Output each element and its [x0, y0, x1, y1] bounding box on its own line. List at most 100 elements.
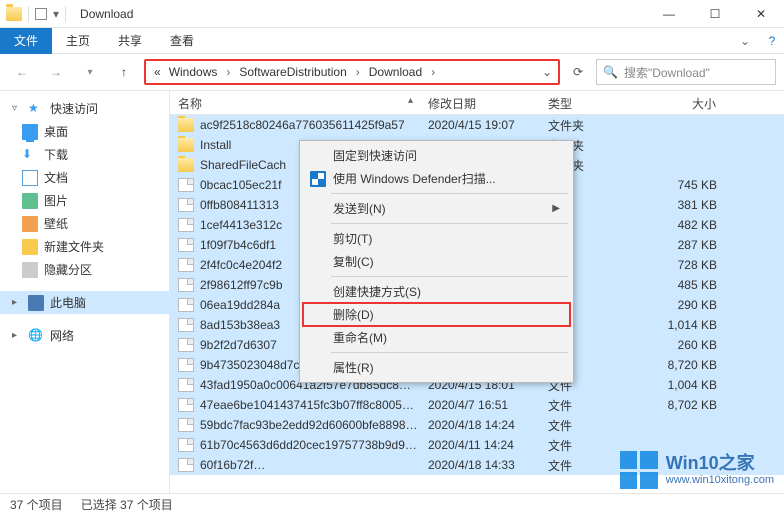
file-type: 文件夹 [540, 115, 635, 136]
sidebar-label: 快速访问 [50, 100, 98, 117]
sidebar-this-pc[interactable]: ▸ 此电脑 [0, 291, 169, 314]
file-icon [178, 218, 194, 232]
qat-checkbox[interactable] [35, 8, 47, 20]
sidebar-quick-access[interactable]: ▿★ 快速访问 [0, 97, 169, 120]
file-icon [178, 178, 194, 192]
file-size [635, 163, 725, 167]
file-icon [178, 238, 194, 252]
file-date: 2020/4/15 19:07 [420, 116, 540, 134]
file-name: SharedFileCach [200, 158, 286, 172]
col-size[interactable]: 大小 [635, 91, 725, 114]
menu-copy[interactable]: 复制(C) [303, 250, 570, 273]
tab-view[interactable]: 查看 [156, 28, 208, 54]
file-name: 06ea19dd284a [200, 298, 280, 312]
file-icon [178, 258, 194, 272]
file-type: 文件 [540, 395, 635, 416]
back-button[interactable]: ← [8, 58, 36, 86]
menu-rename[interactable]: 重命名(M) [303, 326, 570, 349]
file-name: 1f09f7b4c6df1 [200, 238, 276, 252]
sort-asc-icon: ▴ [408, 95, 413, 106]
windows-logo-icon [620, 451, 658, 489]
ribbon-expand-icon[interactable]: ⌄ [730, 34, 760, 48]
menu-create-shortcut[interactable]: 创建快捷方式(S) [303, 280, 570, 303]
file-size: 1,014 KB [635, 316, 725, 334]
col-name[interactable]: 名称▴ [170, 91, 420, 114]
address-dropdown-icon[interactable]: ⌄ [542, 65, 552, 79]
file-size: 381 KB [635, 196, 725, 214]
file-name: 1cef4413e312c [200, 218, 282, 232]
minimize-button[interactable]: — [646, 0, 692, 28]
sidebar-network[interactable]: ▸🌐 网络 [0, 324, 169, 347]
watermark-brand: Win10之家 [666, 454, 774, 474]
file-icon [178, 338, 194, 352]
file-size: 8,720 KB [635, 356, 725, 374]
file-name: 8ad153b38ea3 [200, 318, 280, 332]
menu-separator [331, 193, 568, 194]
file-date: 2020/4/7 16:51 [420, 396, 540, 414]
table-row[interactable]: 59bdc7fac93be2edd92d60600bfe8898…2020/4/… [170, 415, 784, 435]
menu-separator [331, 223, 568, 224]
up-button[interactable]: ↑ [110, 58, 138, 86]
tab-file[interactable]: 文件 [0, 28, 52, 54]
col-date[interactable]: 修改日期 [420, 91, 540, 114]
address-bar[interactable]: « Windows › SoftwareDistribution › Downl… [144, 59, 560, 85]
file-name: 60f16b72f… [200, 458, 265, 472]
menu-properties[interactable]: 属性(R) [303, 356, 570, 379]
file-icon [178, 398, 194, 412]
crumb-prefix: « [152, 65, 163, 79]
column-headers[interactable]: 名称▴ 修改日期 类型 大小 [170, 91, 784, 115]
recent-dropdown[interactable]: ▾ [76, 58, 104, 86]
table-row[interactable]: ac9f2518c80246a776035611425f9a57 2020/4/1… [170, 115, 784, 135]
file-size [635, 443, 725, 447]
sidebar-item-documents[interactable]: 文档 [0, 166, 169, 189]
forward-button[interactable]: → [42, 58, 70, 86]
close-button[interactable]: ✕ [738, 0, 784, 28]
search-input[interactable]: 🔍 搜索"Download" [596, 59, 776, 85]
watermark: Win10之家 www.win10xitong.com [620, 451, 774, 489]
sidebar-item-downloads[interactable]: ⬇下载 [0, 143, 169, 166]
sidebar-item-newfolder[interactable]: 新建文件夹 [0, 235, 169, 258]
folder-icon [6, 7, 22, 21]
qat-dropdown-icon[interactable]: ▾ [53, 7, 59, 21]
file-name: 9b2f2d7d6307 [200, 338, 277, 352]
file-name: ac9f2518c80246a776035611425f9a57 [200, 118, 405, 132]
menu-send-to[interactable]: 发送到(N)▶ [303, 197, 570, 220]
chevron-right-icon[interactable]: › [223, 65, 233, 79]
sidebar-item-wallpaper[interactable]: 壁纸 [0, 212, 169, 235]
file-size: 485 KB [635, 276, 725, 294]
refresh-button[interactable]: ⟳ [566, 60, 590, 84]
tab-share[interactable]: 共享 [104, 28, 156, 54]
chevron-right-icon[interactable]: › [353, 65, 363, 79]
file-icon [178, 358, 194, 372]
shield-icon [310, 171, 326, 187]
crumb-softwaredistribution[interactable]: SoftwareDistribution [237, 65, 348, 79]
col-type[interactable]: 类型 [540, 91, 635, 114]
tab-home[interactable]: 主页 [52, 28, 104, 54]
menu-defender-scan[interactable]: 使用 Windows Defender扫描... [303, 167, 570, 190]
status-bar: 37 个项目 已选择 37 个项目 [0, 493, 784, 515]
file-size: 728 KB [635, 256, 725, 274]
menu-delete[interactable]: 删除(D) [303, 303, 570, 326]
watermark-url: www.win10xitong.com [666, 474, 774, 486]
table-row[interactable]: 47eae6be1041437415fc3b07ff8c8005…2020/4/… [170, 395, 784, 415]
sidebar-item-hidden[interactable]: 隐藏分区 [0, 258, 169, 281]
menu-separator [331, 276, 568, 277]
window-title: Download [80, 7, 133, 21]
crumb-windows[interactable]: Windows [167, 65, 220, 79]
file-size: 290 KB [635, 296, 725, 314]
folder-icon [178, 138, 194, 152]
menu-pin-quick-access[interactable]: 固定到快速访问 [303, 144, 570, 167]
file-type: 文件 [540, 415, 635, 436]
sidebar-item-pictures[interactable]: 图片 [0, 189, 169, 212]
search-placeholder: 搜索"Download" [624, 64, 710, 81]
file-size [635, 423, 725, 427]
chevron-right-icon[interactable]: › [428, 65, 438, 79]
status-selected-count: 已选择 37 个项目 [81, 496, 173, 513]
file-name: 2f4fc0c4e204f2 [200, 258, 282, 272]
maximize-button[interactable]: ☐ [692, 0, 738, 28]
crumb-download[interactable]: Download [367, 65, 424, 79]
menu-cut[interactable]: 剪切(T) [303, 227, 570, 250]
sidebar-item-desktop[interactable]: 桌面 [0, 120, 169, 143]
status-item-count: 37 个项目 [10, 496, 63, 513]
help-icon[interactable]: ? [760, 34, 784, 48]
